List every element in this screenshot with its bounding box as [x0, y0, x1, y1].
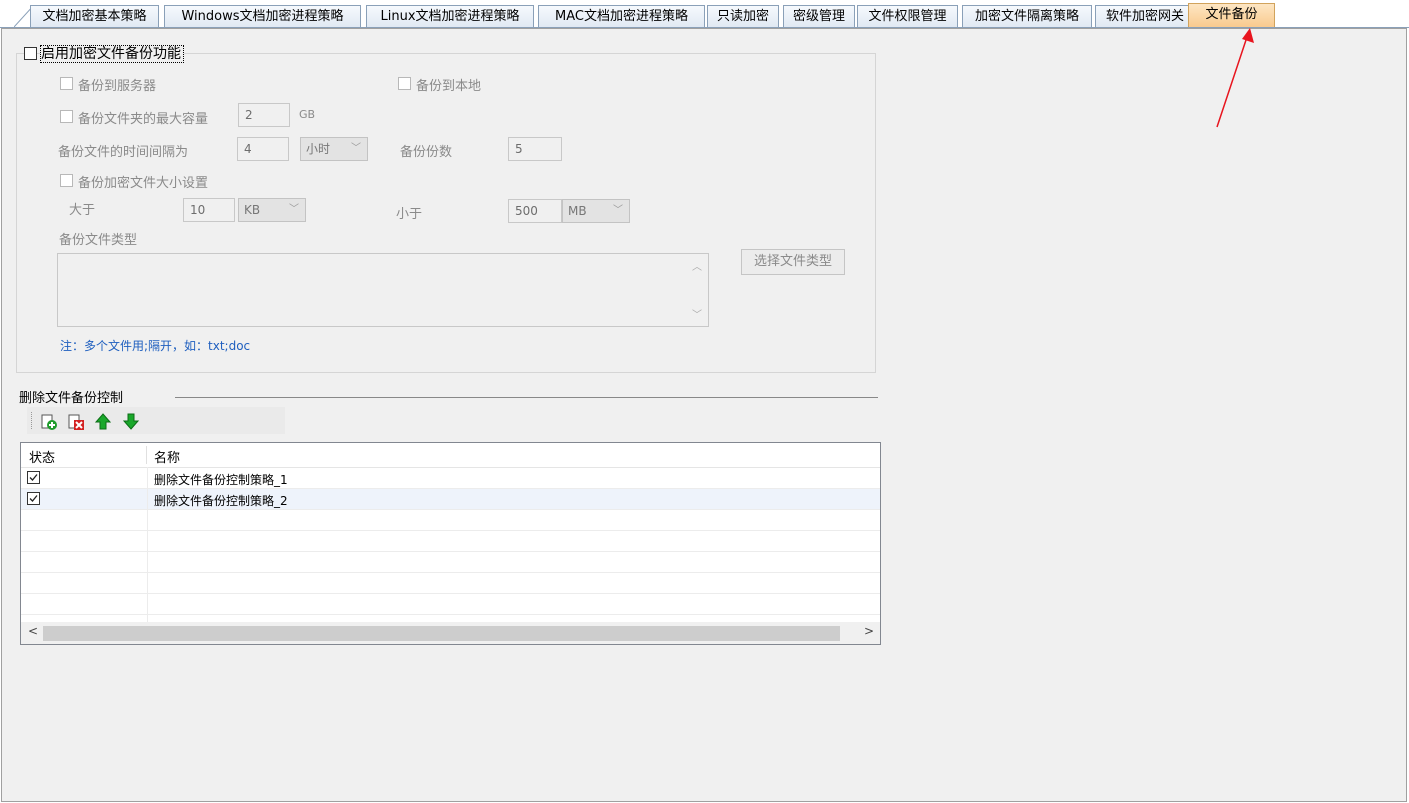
check-icon — [29, 474, 38, 481]
tab-label: 软件加密网关 — [1105, 9, 1184, 24]
tab-label: 只读加密 — [716, 9, 769, 24]
max-capacity-input[interactable]: 2 — [238, 103, 290, 127]
interval-input[interactable]: 4 — [237, 137, 289, 161]
less-than-label: 小于 — [396, 207, 423, 222]
tab-readonly-encrypt[interactable]: 只读加密 — [707, 5, 779, 27]
tab-file-permission[interactable]: 文件权限管理 — [857, 5, 958, 27]
file-types-label: 备份文件类型 — [59, 233, 138, 248]
interval-unit-value: 小时 — [306, 142, 331, 156]
empty-row — [21, 531, 880, 552]
file-types-scrollbar[interactable]: ︿ ﹀ — [686, 254, 708, 326]
tab-security-level[interactable]: 密级管理 — [783, 5, 855, 27]
copies-label: 备份份数 — [400, 145, 453, 160]
greater-unit-value: KB — [244, 203, 261, 217]
scroll-left-icon[interactable]: < — [28, 624, 38, 638]
scroll-right-icon[interactable]: > — [864, 624, 874, 638]
empty-row — [21, 552, 880, 573]
size-setting-label: 备份加密文件大小设置 — [78, 176, 209, 191]
copies-input[interactable]: 5 — [508, 137, 562, 161]
tab-label: 文件备份 — [1205, 7, 1258, 22]
tab-label: 文档加密基本策略 — [42, 9, 147, 24]
tab-label: 密级管理 — [792, 9, 845, 24]
row-status-checkbox[interactable] — [27, 492, 40, 505]
add-policy-icon[interactable] — [41, 414, 57, 430]
empty-row — [21, 510, 880, 531]
row-name: 删除文件备份控制策略_1 — [154, 473, 288, 487]
tab-linux-process[interactable]: Linux文档加密进程策略 — [366, 5, 534, 27]
less-than-input[interactable]: 500 — [508, 199, 562, 223]
max-capacity-checkbox[interactable] — [60, 110, 73, 123]
tab-basic-strategy[interactable]: 文档加密基本策略 — [30, 5, 159, 27]
interval-unit-select[interactable]: 小时 ﹀ — [300, 137, 368, 161]
enable-backup-checkbox[interactable] — [24, 47, 37, 60]
tab-label: Windows文档加密进程策略 — [181, 9, 344, 24]
scrollbar-thumb[interactable] — [43, 626, 840, 641]
greater-unit-select[interactable]: KB ﹀ — [238, 198, 306, 222]
greater-than-input[interactable]: 10 — [183, 198, 235, 222]
table-row[interactable]: 删除文件备份控制策略_2 — [21, 489, 880, 510]
delete-control-toolbar — [27, 407, 285, 434]
delete-control-title: 删除文件备份控制 — [19, 391, 124, 406]
table-row[interactable]: 删除文件备份控制策略_1 — [21, 468, 880, 489]
move-down-icon[interactable] — [123, 413, 139, 430]
tab-file-isolation[interactable]: 加密文件隔离策略 — [962, 5, 1092, 27]
move-up-icon[interactable] — [95, 413, 111, 430]
column-separator[interactable] — [146, 446, 147, 464]
chevron-down-icon: ﹀ — [351, 143, 361, 154]
horizontal-scrollbar[interactable]: < > — [21, 622, 880, 644]
check-icon — [29, 495, 38, 502]
backup-to-local-checkbox[interactable] — [398, 77, 411, 90]
max-capacity-unit: GB — [299, 108, 316, 121]
scroll-down-icon[interactable]: ﹀ — [692, 306, 702, 321]
tab-label: 文件权限管理 — [868, 9, 947, 24]
scroll-up-icon[interactable]: ︿ — [692, 258, 702, 273]
less-unit-value: MB — [568, 204, 587, 218]
toolbar-grip — [31, 412, 33, 429]
tab-mac-process[interactable]: MAC文档加密进程策略 — [538, 5, 705, 27]
tab-label: 加密文件隔离策略 — [974, 9, 1079, 24]
chevron-down-icon: ﹀ — [289, 204, 299, 215]
tab-strip: 文档加密基本策略 Windows文档加密进程策略 Linux文档加密进程策略 M… — [0, 0, 1409, 28]
list-header: 状态 名称 — [21, 443, 880, 468]
size-setting-checkbox[interactable] — [60, 174, 73, 187]
delete-policy-icon[interactable] — [68, 414, 84, 430]
backup-to-local-label: 备份到本地 — [416, 79, 482, 94]
file-types-note: 注：多个文件用;隔开，如：txt;doc — [60, 339, 251, 353]
greater-than-label: 大于 — [69, 203, 96, 218]
empty-row — [21, 573, 880, 594]
backup-to-server-checkbox[interactable] — [60, 77, 73, 90]
row-status-checkbox[interactable] — [27, 471, 40, 484]
file-types-textarea[interactable] — [57, 253, 709, 327]
column-header-status[interactable]: 状态 — [29, 447, 55, 466]
row-name: 删除文件备份控制策略_2 — [154, 494, 288, 508]
enable-backup-label: 启用加密文件备份功能 — [40, 45, 184, 63]
column-grid-line — [147, 467, 148, 622]
empty-row — [21, 594, 880, 615]
chevron-down-icon: ﹀ — [613, 205, 623, 216]
delete-control-list[interactable]: 状态 名称 删除文件备份控制策略_1 删除文件备份控制策略_2 < > — [20, 442, 881, 645]
max-capacity-label: 备份文件夹的最大容量 — [78, 112, 209, 127]
choose-file-type-button[interactable]: 选择文件类型 — [741, 249, 845, 275]
group-divider — [175, 397, 878, 398]
tab-label: MAC文档加密进程策略 — [555, 9, 688, 24]
tab-label: Linux文档加密进程策略 — [380, 9, 520, 24]
interval-label: 备份文件的时间间隔为 — [58, 145, 189, 160]
tab-software-gateway[interactable]: 软件加密网关 — [1095, 5, 1195, 27]
tab-windows-process[interactable]: Windows文档加密进程策略 — [164, 5, 361, 27]
less-unit-select[interactable]: MB ﹀ — [562, 199, 630, 223]
backup-to-server-label: 备份到服务器 — [78, 79, 157, 94]
annotation-arrow-icon — [1216, 28, 1254, 128]
column-header-name[interactable]: 名称 — [154, 447, 180, 466]
